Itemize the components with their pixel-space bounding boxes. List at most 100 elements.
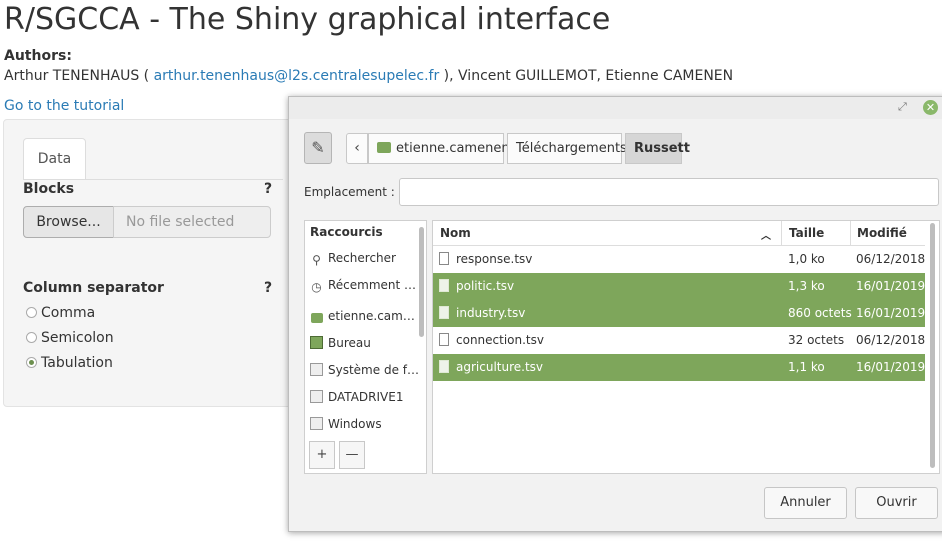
file-size: 860 octets (788, 306, 852, 320)
place-label: Windows (328, 417, 382, 431)
blocks-help-icon[interactable]: ? (264, 181, 272, 197)
column-modified[interactable]: Modifié (857, 226, 907, 240)
place-windows[interactable]: Windows (310, 417, 382, 431)
authors-label: Authors: (4, 48, 72, 64)
file-name-field: No file selected (113, 206, 271, 238)
tutorial-link[interactable]: Go to the tutorial (4, 98, 124, 114)
column-size[interactable]: Taille (789, 226, 824, 240)
browse-button[interactable]: Browse... (23, 206, 114, 238)
authors-line: Arthur TENENHAUS ( arthur.tenenhaus@l2s.… (4, 68, 733, 84)
sort-up-icon[interactable]: ︿ (761, 227, 771, 242)
place-label: DATADRIVE1 (328, 390, 404, 404)
file-icon (439, 252, 449, 265)
close-icon[interactable]: ✕ (923, 100, 938, 115)
radio-label: Comma (41, 305, 96, 321)
file-modified: 06/12/2018 (856, 333, 926, 347)
file-modified: 16/01/2019 (856, 279, 926, 293)
tab-data[interactable]: Data (23, 138, 86, 179)
file-size: 1,1 ko (788, 360, 825, 374)
separator-help-icon[interactable]: ? (264, 280, 272, 296)
file-icon (439, 306, 449, 319)
location-label: Emplacement : (304, 185, 395, 199)
edit-location-button[interactable]: ✎ (304, 132, 332, 164)
drive-icon (310, 417, 323, 430)
dialog-titlebar[interactable]: ⤢ ✕ (289, 97, 942, 119)
radio-label: Semicolon (41, 330, 114, 346)
remove-place-button[interactable]: — (339, 441, 365, 469)
place-datadrive[interactable]: DATADRIVE1 (310, 390, 403, 404)
file-name: agriculture.tsv (456, 360, 544, 374)
page-title: R/SGCCA - The Shiny graphical interface (4, 2, 611, 37)
path-button-russett[interactable]: Russett (625, 133, 690, 164)
file-name: politic.tsv (456, 279, 515, 293)
file-size: 1,0 ko (788, 252, 825, 266)
search-icon: ⚲ (312, 253, 321, 267)
file-list-header: Nom ︿ Taille Modifié (433, 221, 925, 246)
radio-label: Tabulation (41, 355, 113, 371)
column-divider (781, 221, 782, 245)
file-list-scrollbar[interactable] (930, 223, 935, 468)
home-folder-icon (377, 142, 391, 153)
drive-icon (310, 390, 323, 403)
place-label: Système de f… (328, 363, 419, 377)
places-sidebar: Raccourcis ⚲ Rechercher ◷ Récemment … etie… (304, 220, 427, 474)
file-row[interactable]: connection.tsv 32 octets 06/12/2018 (433, 327, 925, 354)
author-email-link[interactable]: arthur.tenenhaus@l2s.centralesupelec.fr (154, 68, 440, 84)
places-footer: + — (304, 441, 427, 475)
path-button-home[interactable]: etienne.camenen (368, 133, 510, 164)
file-row[interactable]: response.tsv 1,0 ko 06/12/2018 (433, 246, 925, 273)
cancel-button[interactable]: Annuler (764, 487, 847, 519)
column-divider (850, 221, 851, 245)
places-scrollbar[interactable] (419, 227, 424, 337)
radio-circle-icon (26, 332, 37, 343)
drive-icon (310, 363, 323, 376)
place-recent[interactable]: ◷ Récemment … (310, 278, 416, 294)
places-header: Raccourcis (310, 225, 383, 239)
home-folder-icon (310, 313, 323, 323)
file-modified: 16/01/2019 (856, 360, 926, 374)
file-modified: 06/12/2018 (856, 252, 926, 266)
tab-divider (23, 179, 283, 180)
clock-icon: ◷ (311, 280, 322, 294)
place-filesystem[interactable]: Système de f… (310, 363, 419, 377)
file-size: 1,3 ko (788, 279, 825, 293)
place-label: Bureau (328, 336, 371, 350)
file-modified: 16/01/2019 (856, 306, 926, 320)
path-button-downloads[interactable]: Téléchargements (507, 133, 627, 164)
pencil-icon: ✎ (311, 138, 325, 157)
radio-checked-icon (26, 357, 37, 368)
radio-semicolon[interactable]: Semicolon (26, 330, 114, 350)
place-desktop[interactable]: Bureau (310, 336, 371, 350)
radio-comma[interactable]: Comma (26, 305, 95, 325)
open-button[interactable]: Ouvrir (855, 487, 938, 519)
place-search[interactable]: ⚲ Rechercher (310, 251, 396, 267)
location-input[interactable] (399, 178, 939, 206)
path-back-button[interactable]: ‹ (346, 133, 368, 164)
radio-circle-icon (26, 307, 37, 318)
column-separator-label: Column separator (23, 280, 164, 296)
authors-suffix: ), Vincent GUILLEMOT, Etienne CAMENEN (443, 68, 734, 84)
file-row[interactable]: industry.tsv 860 octets 16/01/2019 (433, 300, 925, 327)
blocks-label: Blocks (23, 181, 75, 197)
file-name: response.tsv (456, 252, 533, 266)
restore-icon[interactable]: ⤢ (898, 100, 907, 114)
file-icon (439, 333, 449, 346)
file-size: 32 octets (788, 333, 845, 347)
file-name: connection.tsv (456, 333, 544, 347)
sidebar-panel: Data Blocks ? Browse... No file selected… (3, 119, 303, 407)
file-row[interactable]: agriculture.tsv 1,1 ko 16/01/2019 (433, 354, 925, 381)
radio-tabulation[interactable]: Tabulation (26, 355, 113, 375)
place-label: etienne.cam… (328, 309, 415, 323)
file-chooser-dialog: ⤢ ✕ ✎ ‹ etienne.camenen Téléchargements … (288, 96, 942, 532)
path-label: etienne.camenen (396, 141, 510, 156)
desktop-icon (310, 336, 323, 349)
place-home[interactable]: etienne.cam… (310, 309, 415, 325)
place-label: Rechercher (328, 251, 396, 265)
file-row[interactable]: politic.tsv 1,3 ko 16/01/2019 (433, 273, 925, 300)
add-place-button[interactable]: + (309, 441, 335, 469)
authors-prefix: Arthur TENENHAUS ( (4, 68, 150, 84)
file-list: Nom ︿ Taille Modifié response.tsv 1,0 ko 0… (432, 220, 940, 474)
column-name[interactable]: Nom (440, 226, 471, 240)
file-name: industry.tsv (456, 306, 526, 320)
file-icon (439, 279, 449, 292)
